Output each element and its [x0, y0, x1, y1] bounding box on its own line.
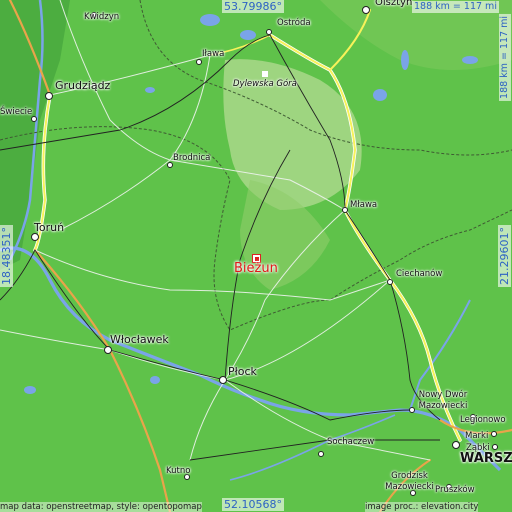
- city-marker-icon: [452, 441, 460, 449]
- place-label-pruszkow: Pruszków: [435, 485, 475, 495]
- place-label-brodnica: Brodnica: [173, 153, 211, 163]
- city-marker-icon: [318, 451, 324, 457]
- city-marker-icon: [342, 207, 348, 213]
- city-marker-icon: [387, 279, 393, 285]
- place-label-mlawa: Mława: [350, 200, 378, 210]
- place-label-plock: Płock: [228, 365, 257, 378]
- town-label: Bieżun: [234, 261, 278, 276]
- city-marker-icon: [31, 233, 39, 241]
- attribution-right: image proc.: elevation.city: [365, 502, 479, 512]
- attribution-left: map data: openstreetmap, style: opentopo…: [0, 502, 202, 512]
- city-marker-icon: [492, 444, 498, 450]
- city-marker-icon: [266, 29, 272, 35]
- coord-bottom: 52.10568°: [222, 498, 284, 511]
- city-marker-icon: [219, 376, 227, 384]
- place-label-marki: Marki: [465, 431, 489, 441]
- place-label-kutno: Kutno: [166, 466, 191, 476]
- place-label-ostroda: Ostróda: [277, 18, 311, 28]
- elevation-map[interactable]: Kwidzyn Ostróda Olsztyn Iława Dylewska G…: [0, 0, 512, 512]
- city-marker-icon: [104, 346, 112, 354]
- place-label-dylewska-gora: Dylewska Góra: [233, 79, 297, 89]
- city-marker-icon: [45, 92, 53, 100]
- place-label-torun: Toruń: [34, 221, 65, 234]
- scale-vertical: 188 km = 117 mi: [499, 14, 511, 101]
- place-label-legionowo: Legionowo: [460, 415, 506, 425]
- peak-icon: [262, 71, 268, 77]
- coord-left: 18.48351°: [0, 225, 13, 287]
- place-label-grudziadz: Grudziądz: [55, 79, 111, 92]
- place-label-nowy-dwor-mazowiecki: Nowy Dwór Mazowiecki: [418, 390, 468, 411]
- place-label-sochaczew: Sochaczew: [327, 437, 375, 447]
- scale-horizontal: 188 km = 117 mi: [412, 1, 499, 13]
- coord-top: 53.79986°: [222, 0, 284, 13]
- place-label-kwidzyn: Kwidzyn: [84, 12, 120, 22]
- coord-right: 21.29601°: [498, 225, 511, 287]
- place-label-warsz: WARSZ: [460, 451, 512, 466]
- place-label-ilawa: Iława: [202, 49, 225, 59]
- city-marker-icon: [491, 431, 497, 437]
- place-label-swiecie: Świecie: [0, 107, 33, 117]
- city-marker-icon: [362, 6, 370, 14]
- place-label-wloclawek: Włocławek: [110, 333, 169, 346]
- place-label-ciechanow: Ciechanów: [396, 269, 443, 279]
- place-label-olsztyn: Olsztyn: [375, 0, 413, 8]
